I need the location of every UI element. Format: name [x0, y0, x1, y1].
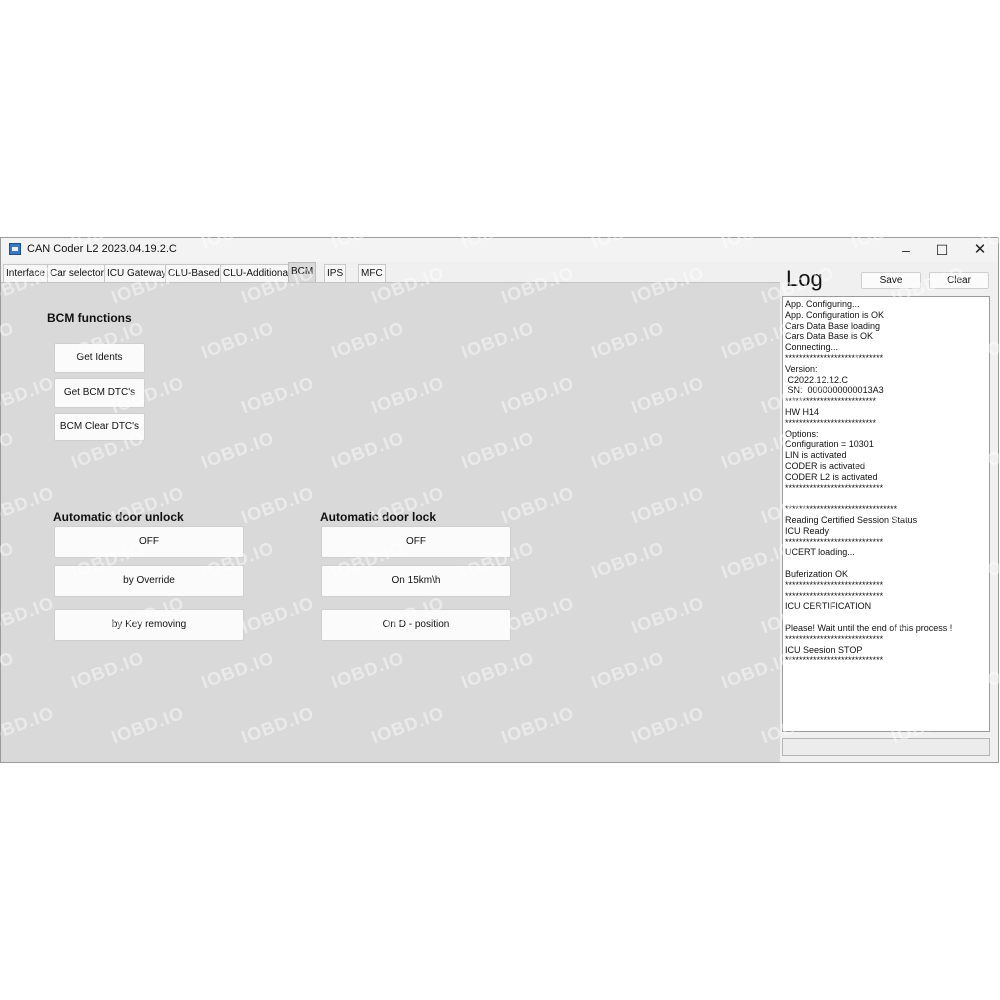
door-lock-on-d-position-button[interactable]: On D - position	[321, 609, 511, 641]
log-line: Version:	[785, 363, 818, 374]
bcm-functions-title: BCM functions	[47, 311, 132, 325]
log-line: **************************	[785, 417, 877, 428]
log-clear-button[interactable]: Clear	[929, 272, 989, 289]
log-line: CODER is activated	[785, 461, 866, 471]
log-line: ****************************	[785, 536, 884, 547]
app-icon	[9, 243, 21, 255]
door-unlock-off-button[interactable]: OFF	[54, 526, 244, 558]
log-line: Options:	[785, 428, 819, 439]
close-button[interactable]: ✕	[961, 238, 998, 262]
bcm-clear-dtcs-button[interactable]: BCM Clear DTC's	[54, 413, 145, 441]
log-line: LIN is activated	[785, 450, 847, 461]
tab-clu-additional[interactable]: CLU-Additional	[220, 264, 294, 282]
log-line: ****************************	[785, 353, 884, 363]
tab-bar: Interface Car selector ICU Gateway CLU-B…	[1, 262, 781, 282]
log-save-button[interactable]: Save	[861, 272, 921, 289]
tab-mfc[interactable]: MFC	[358, 264, 386, 282]
log-line: ****************************	[785, 579, 884, 590]
watermark-text: IOBD.IO	[328, 757, 407, 800]
log-line: **************************	[785, 396, 877, 407]
tab-ips[interactable]: IPS	[324, 264, 347, 282]
bcm-panel: BCM functions Get Idents Get BCM DTC's B…	[1, 282, 780, 762]
tab-interface[interactable]: Interface	[3, 264, 48, 282]
minimize-button[interactable]: –	[887, 238, 925, 262]
door-unlock-by-override-button[interactable]: by Override	[54, 565, 244, 597]
log-line: ****************************	[785, 590, 884, 601]
log-line: UCERT loading...	[785, 547, 855, 558]
app-window: CAN Coder L2 2023.04.19.2.C – ☐ ✕ Interf…	[0, 237, 999, 763]
watermark-text: IOBD.IO	[0, 757, 17, 800]
watermark-text: IOBD.IO	[458, 757, 537, 800]
log-line: App. Configuring...	[785, 299, 860, 309]
tab-car-selector[interactable]: Car selector	[47, 264, 107, 282]
log-line: SN: 0000000000013A3	[785, 385, 884, 396]
log-line: ****************************	[785, 633, 884, 644]
log-line: Please! Wait until the end of this proce…	[785, 623, 953, 633]
watermark-text: IOBD.IO	[718, 757, 797, 800]
door-lock-title: Automatic door lock	[320, 510, 437, 524]
log-panel: Log Save Clear App. Configuring... App. C…	[780, 262, 998, 762]
log-line: ****************************	[785, 482, 884, 493]
window-title: CAN Coder L2 2023.04.19.2.C	[27, 243, 177, 255]
log-line: ********************************	[785, 504, 898, 515]
tab-clu-based[interactable]: CLU-Based	[165, 264, 223, 282]
log-line: Cars Data Base loading	[785, 320, 881, 331]
watermark-text: IOBD.IO	[588, 757, 667, 800]
tab-icu-gateway[interactable]: ICU Gateway	[104, 264, 170, 282]
log-line: HW H14	[785, 407, 820, 417]
get-bcm-dtcs-button[interactable]: Get BCM DTC's	[54, 378, 145, 408]
tab-bcm[interactable]: BCM	[288, 262, 317, 282]
log-line: Cars Data Base is OK	[785, 331, 874, 342]
log-line: ICU Seesion STOP	[785, 644, 863, 655]
log-line: Connecting...	[785, 342, 839, 353]
log-line: ICU CERTIFICATION	[785, 601, 872, 612]
log-line: Configuration = 10301	[785, 439, 874, 450]
log-line: ICU Ready	[785, 525, 830, 536]
door-unlock-title: Automatic door unlock	[53, 510, 184, 524]
watermark-text: IOBD.IO	[848, 757, 927, 800]
log-line: App. Configuration is OK	[785, 309, 885, 320]
title-bar: CAN Coder L2 2023.04.19.2.C – ☐ ✕	[1, 238, 998, 262]
log-line: Reading Certified Session Status	[785, 515, 918, 525]
log-line: CODER L2 is activated	[785, 471, 878, 482]
log-output[interactable]: App. Configuring... App. Configuration is…	[782, 296, 990, 732]
door-lock-on-15kmh-button[interactable]: On 15km\h	[321, 565, 511, 597]
watermark-text: IOBD.IO	[978, 757, 1000, 800]
log-status-bar	[782, 738, 990, 756]
log-line: C2022.12.12.C	[785, 374, 849, 385]
log-title: Log	[786, 266, 823, 291]
maximize-button[interactable]: ☐	[923, 238, 961, 262]
watermark-text: IOBD.IO	[198, 757, 277, 800]
watermark-text: IOBD.IO	[68, 757, 147, 800]
log-line: ****************************	[785, 655, 884, 666]
door-unlock-by-key-removing-button[interactable]: by Key removing	[54, 609, 244, 641]
log-line: Buferization OK	[785, 569, 849, 579]
door-lock-off-button[interactable]: OFF	[321, 526, 511, 558]
get-idents-button[interactable]: Get Idents	[54, 343, 145, 373]
